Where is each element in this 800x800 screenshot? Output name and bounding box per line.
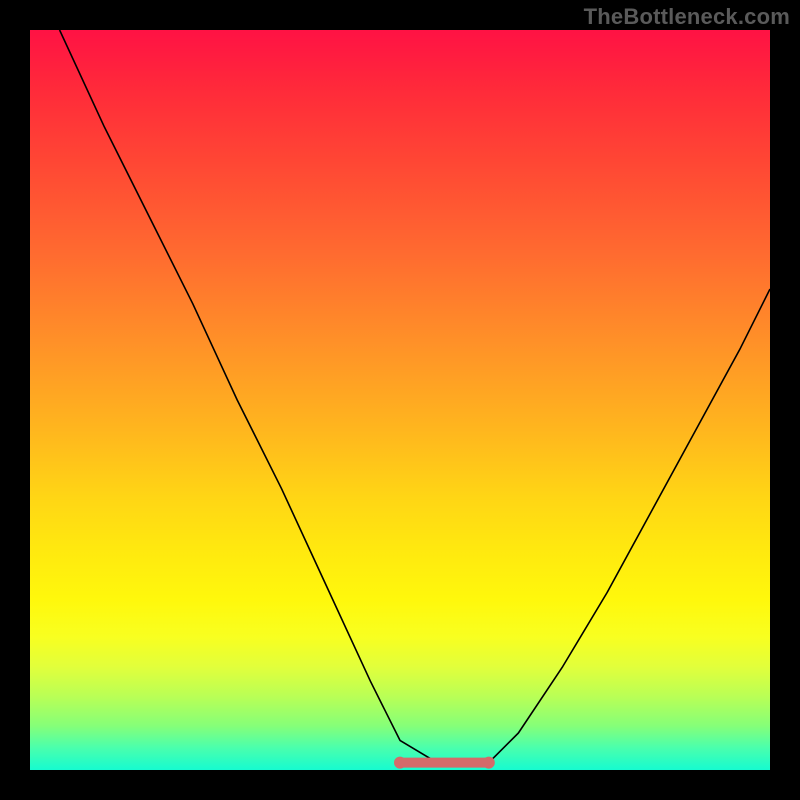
watermark-text: TheBottleneck.com (584, 4, 790, 30)
bottleneck-curve-line (60, 30, 770, 766)
optimal-region-endpoint-right (483, 757, 495, 769)
chart-frame: TheBottleneck.com (0, 0, 800, 800)
chart-overlay (30, 30, 770, 770)
optimal-region-endpoint-left (394, 757, 406, 769)
plot-area (30, 30, 770, 770)
